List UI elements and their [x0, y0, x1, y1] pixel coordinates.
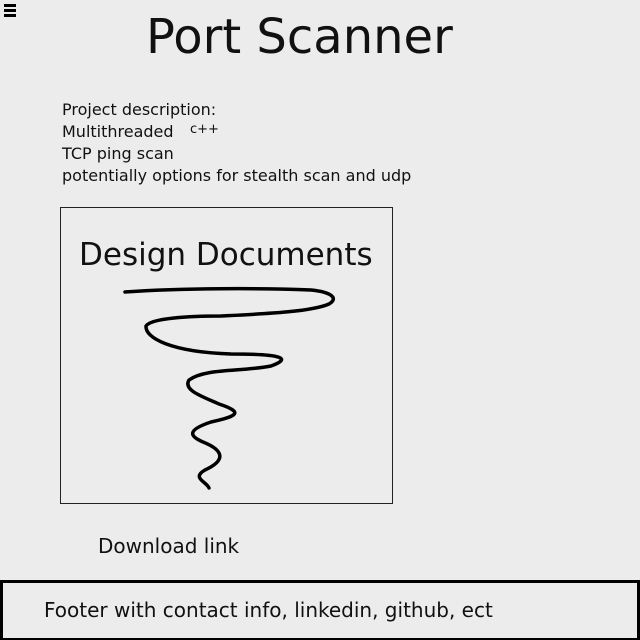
hamburger-menu-icon[interactable]	[4, 4, 16, 18]
footer: Footer with contact info, linkedin, gith…	[0, 580, 640, 640]
description-line-multithreaded: Multithreaded	[62, 122, 174, 141]
design-documents-panel: Design Documents	[60, 207, 393, 504]
description-line-options: potentially options for stealth scan and…	[62, 166, 412, 185]
footer-contact-info: Footer with contact info, linkedin, gith…	[44, 598, 493, 622]
project-description: Project description: Multithreaded TCP p…	[62, 99, 411, 187]
download-link[interactable]: Download link	[98, 533, 239, 559]
description-heading: Project description:	[62, 100, 217, 119]
page-title: Port Scanner	[146, 9, 453, 65]
cpp-note: c++	[190, 122, 219, 137]
description-line-tcp: TCP ping scan	[62, 144, 174, 163]
squiggle-sketch	[123, 286, 335, 490]
